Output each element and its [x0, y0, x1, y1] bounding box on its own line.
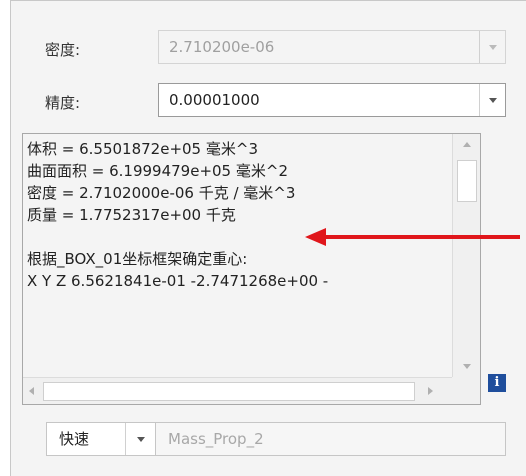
result-line: X Y Z 6.5621841e-01 -2.7471268e+00 - [27, 272, 329, 290]
scroll-down-icon[interactable] [463, 364, 471, 369]
results-text: 体积 = 6.5501872e+05 毫米^3 曲面面积 = 6.1999479e… [27, 138, 452, 373]
name-input[interactable]: Mass_Prop_2 [156, 422, 506, 456]
result-line: 质量 = 1.7752317e+00 千克 [27, 206, 236, 224]
info-icon[interactable]: i [488, 374, 506, 392]
scroll-right-icon[interactable] [428, 387, 433, 395]
result-line: 密度 = 2.7102000e-06 千克 / 毫米^3 [27, 184, 296, 202]
density-label: 密度: [45, 41, 81, 59]
precision-dropdown-button[interactable] [479, 84, 505, 116]
vertical-scrollbar[interactable] [452, 134, 480, 377]
mode-select[interactable]: 快速 [46, 422, 156, 456]
precision-label: 精度: [45, 94, 81, 112]
density-value: 2.710200e-06 [169, 38, 275, 56]
chevron-down-icon [488, 97, 497, 103]
scrollbar-corner [452, 377, 480, 404]
density-field: 2.710200e-06 [158, 30, 506, 64]
horizontal-scrollbar[interactable] [23, 377, 480, 404]
result-line: 体积 = 6.5501872e+05 毫米^3 [27, 140, 258, 158]
scroll-up-icon[interactable] [463, 142, 471, 147]
result-line [27, 226, 452, 248]
results-textbox[interactable]: 体积 = 6.5501872e+05 毫米^3 曲面面积 = 6.1999479e… [22, 133, 481, 405]
result-line: 根据_BOX_01坐标框架确定重心: [27, 250, 248, 268]
precision-field[interactable]: 0.00001000 [158, 83, 506, 117]
vertical-scroll-thumb[interactable] [457, 160, 477, 202]
scroll-left-icon[interactable] [29, 387, 34, 395]
horizontal-scroll-thumb[interactable] [43, 382, 415, 401]
mode-value: 快速 [59, 430, 90, 448]
result-line: 曲面面积 = 6.1999479e+05 毫米^2 [27, 162, 288, 180]
chevron-down-icon [136, 436, 145, 442]
chevron-down-icon [488, 44, 497, 50]
precision-value: 0.00001000 [169, 91, 260, 109]
density-dropdown-button [479, 31, 505, 63]
mode-dropdown-button[interactable] [125, 423, 155, 455]
